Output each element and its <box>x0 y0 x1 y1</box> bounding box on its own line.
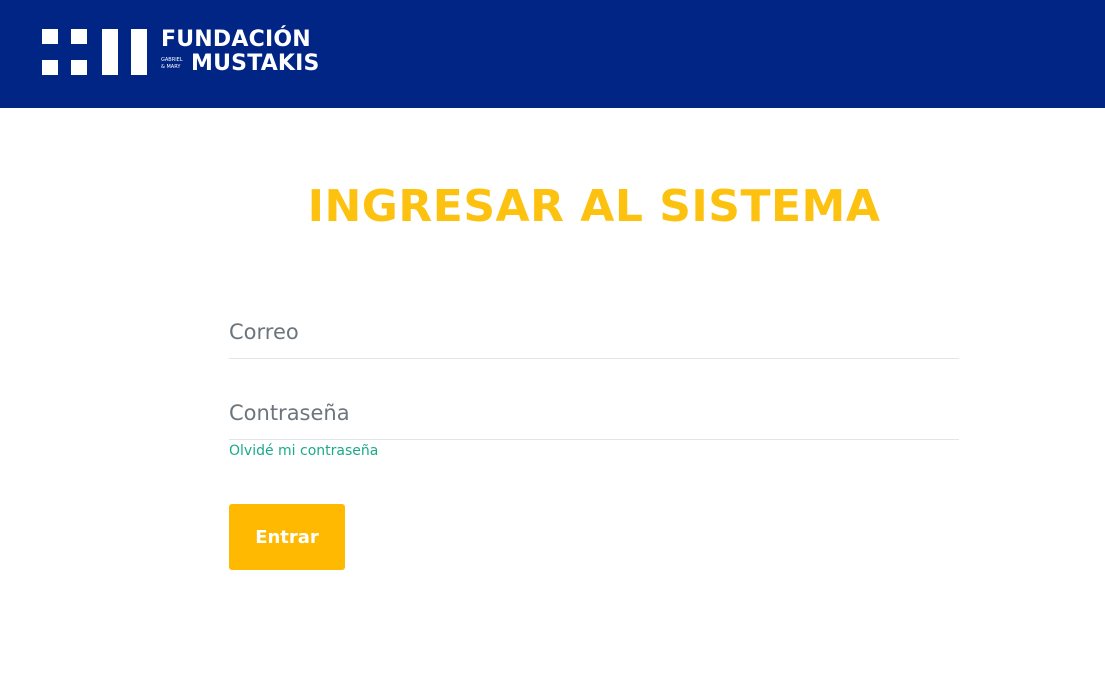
email-field[interactable] <box>229 312 959 352</box>
page-title: INGRESAR AL SISTEMA <box>307 181 881 232</box>
logo-small-line2: & MARY <box>161 64 181 70</box>
logo-small-text: GABRIEL & MARY <box>161 57 183 71</box>
password-field[interactable] <box>229 393 959 433</box>
logo-small-line1: GABRIEL <box>161 57 183 63</box>
submit-button[interactable]: Entrar <box>229 504 345 570</box>
logo-name-line2: MUSTAKIS <box>191 51 320 76</box>
email-field-wrapper <box>229 312 959 359</box>
logo-mark-icon <box>42 29 152 77</box>
logo-name-line1: FUNDACIÓN <box>161 27 311 52</box>
fundacion-mustakis-logo[interactable]: FUNDACIÓN GABRIEL & MARY MUSTAKIS <box>42 27 320 77</box>
forgot-password-link[interactable]: Olvidé mi contraseña <box>229 443 378 459</box>
password-field-wrapper <box>229 393 959 440</box>
site-header: FUNDACIÓN GABRIEL & MARY MUSTAKIS <box>0 0 1105 108</box>
